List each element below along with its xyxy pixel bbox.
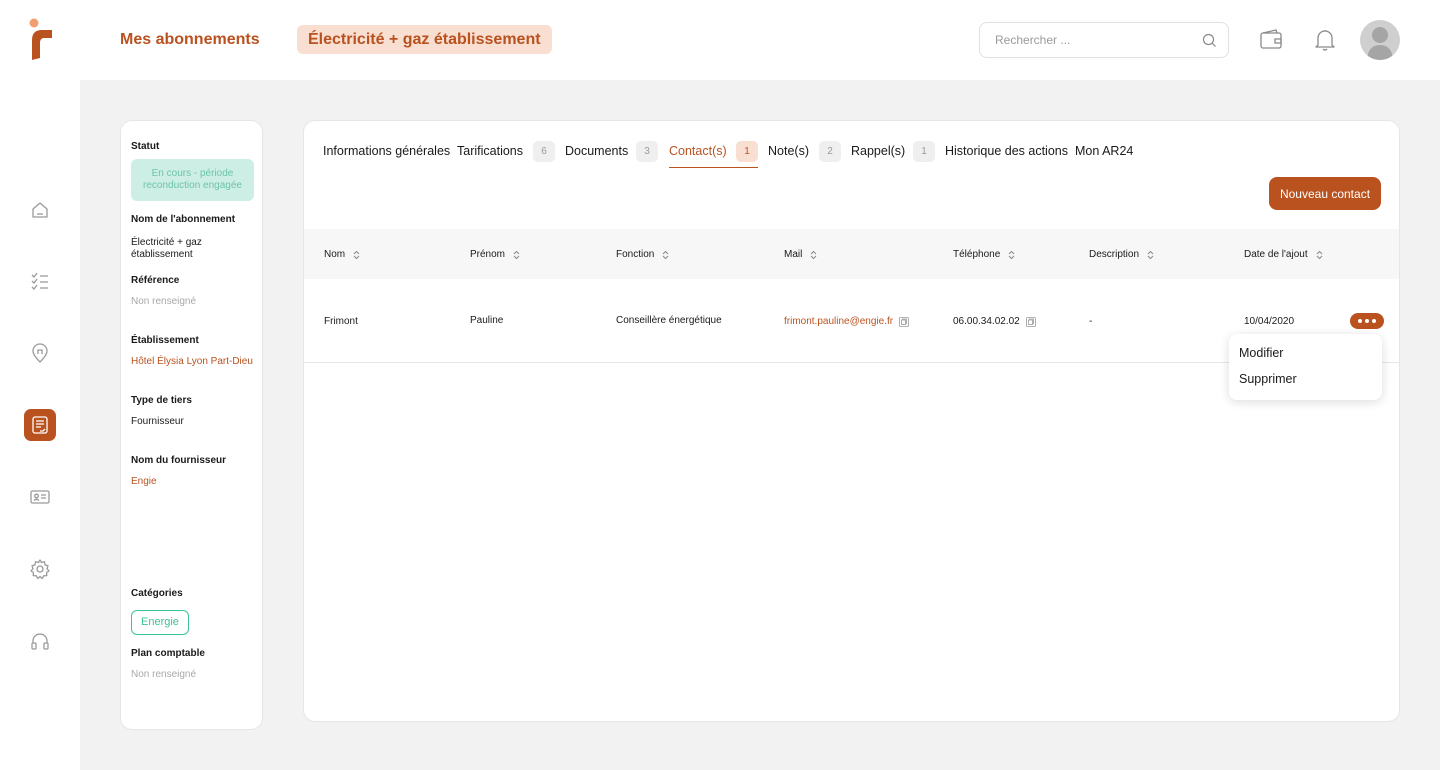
dot-icon [1365, 319, 1369, 323]
column-header-fonction[interactable]: Fonction [616, 249, 669, 260]
establishment-link[interactable]: Hôtel Élysia Lyon Part-Dieu [131, 356, 256, 368]
sidebar-item-contacts[interactable] [24, 481, 56, 513]
column-header-date[interactable]: Date de l'ajout [1244, 249, 1323, 260]
column-label: Téléphone [953, 249, 1001, 260]
tab-pricing-count: 6 [533, 141, 555, 162]
gear-icon [30, 559, 50, 580]
column-header-nom[interactable]: Nom [324, 249, 360, 260]
search-input[interactable] [980, 23, 1180, 57]
search-icon[interactable] [1202, 33, 1217, 48]
sidebar-item-home[interactable] [24, 194, 56, 226]
sort-icon[interactable] [1008, 250, 1015, 260]
headset-icon [31, 633, 49, 650]
tab-reminders[interactable]: Rappel(s) [851, 144, 905, 168]
map-pin-icon [32, 343, 48, 363]
menu-item-supprimer[interactable]: Supprimer [1239, 372, 1297, 386]
status-badge: En cours - période reconduction engagée [131, 159, 254, 201]
column-label: Prénom [470, 249, 506, 260]
cell-description: - [1089, 316, 1093, 327]
categories-label: Catégories [131, 588, 183, 599]
row-actions-button[interactable] [1350, 313, 1384, 329]
sidebar-item-subscriptions[interactable] [24, 409, 56, 441]
dot-icon [1372, 319, 1376, 323]
tab-documents-count: 3 [636, 141, 658, 162]
copy-icon[interactable] [1025, 316, 1036, 327]
sort-icon[interactable] [1316, 250, 1323, 260]
status-label: Statut [131, 141, 160, 152]
column-label: Nom [324, 249, 346, 260]
subscription-name-value: Électricité + gaz établissement [131, 237, 202, 260]
sort-icon[interactable] [662, 250, 669, 260]
accounting-plan-label: Plan comptable [131, 648, 205, 659]
copy-icon[interactable] [899, 316, 910, 327]
sort-icon[interactable] [353, 250, 360, 260]
column-label: Description [1089, 249, 1140, 260]
tab-documents[interactable]: Documents [565, 144, 628, 168]
subscription-name-label: Nom de l'abonnement [131, 214, 236, 225]
column-label: Mail [784, 249, 803, 260]
cell-telephone: 06.00.34.02.02 [953, 316, 1036, 327]
cell-fonction: Conseillère énergétique [616, 315, 722, 326]
sidebar-item-settings[interactable] [24, 553, 56, 585]
accounting-plan-value: Non renseigné [131, 669, 197, 680]
row-actions-menu: Modifier Supprimer [1229, 334, 1382, 400]
tab-ar24[interactable]: Mon AR24 [1075, 144, 1133, 168]
document-icon [32, 416, 48, 434]
supplier-name-label: Nom du fournisseur [131, 455, 227, 466]
page-title: Mes abonnements [120, 31, 260, 48]
tab-notes[interactable]: Note(s) [768, 144, 809, 168]
tab-action-history[interactable]: Historique des actions [945, 144, 1068, 168]
column-header-description[interactable]: Description [1089, 249, 1154, 260]
bell-icon[interactable] [1312, 27, 1338, 53]
column-header-telephone[interactable]: Téléphone [953, 249, 1015, 260]
checklist-icon [31, 272, 48, 290]
mail-link[interactable]: frimont.pauline@engie.fr [784, 316, 893, 327]
column-header-mail[interactable]: Mail [784, 249, 817, 260]
sort-icon[interactable] [1147, 250, 1154, 260]
cell-mail: frimont.pauline@engie.fr [784, 316, 910, 327]
avatar-silhouette-icon [1367, 27, 1393, 60]
wallet-icon[interactable] [1258, 27, 1284, 53]
tab-notes-count: 2 [819, 141, 841, 162]
third-party-type-label: Type de tiers [131, 395, 192, 406]
app-logo[interactable] [28, 18, 54, 60]
reference-value: Non renseigné [131, 296, 197, 307]
new-contact-button[interactable]: Nouveau contact [1269, 177, 1381, 210]
cell-prenom: Pauline [470, 315, 504, 326]
contacts-panel: Informations générales Tarifications 6 D… [303, 120, 1400, 722]
table-header: Nom Prénom Fonction Mail Téléphone Descr… [304, 229, 1399, 279]
breadcrumb-chip[interactable]: Électricité + gaz établissement [297, 25, 552, 54]
cell-date: 10/04/2020 [1244, 316, 1295, 327]
cell-nom: Frimont [324, 316, 358, 327]
id-card-icon [30, 490, 50, 504]
sort-icon[interactable] [810, 250, 817, 260]
establishment-label: Établissement [131, 335, 199, 346]
user-avatar[interactable] [1360, 20, 1400, 60]
tab-reminders-count: 1 [913, 141, 935, 162]
tab-pricing[interactable]: Tarifications [457, 144, 523, 168]
supplier-link[interactable]: Engie [131, 476, 256, 488]
column-label: Date de l'ajout [1244, 249, 1308, 260]
tab-contacts-label: Contact(s) [669, 144, 727, 158]
phone-value: 06.00.34.02.02 [953, 316, 1020, 327]
tab-contacts-count: 1 [736, 141, 758, 162]
menu-item-modifier[interactable]: Modifier [1239, 346, 1283, 360]
search-box[interactable] [979, 22, 1229, 58]
dot-icon [1358, 319, 1362, 323]
sidebar-item-tasks[interactable] [24, 265, 56, 297]
column-label: Fonction [616, 249, 655, 260]
sidebar-item-locations[interactable] [24, 337, 56, 369]
third-party-type-value: Fournisseur [131, 416, 184, 427]
tab-general-info[interactable]: Informations générales [323, 144, 450, 168]
column-header-prenom[interactable]: Prénom [470, 249, 520, 260]
subscription-info-card: Statut En cours - période reconduction e… [120, 120, 263, 730]
home-icon [32, 202, 48, 218]
reference-label: Référence [131, 275, 180, 286]
sidebar-item-support[interactable] [24, 625, 56, 657]
category-chip: Energie [131, 610, 189, 635]
sidebar [0, 0, 80, 770]
top-header: Mes abonnements Électricité + gaz établi… [80, 0, 1440, 80]
sort-icon[interactable] [513, 250, 520, 260]
